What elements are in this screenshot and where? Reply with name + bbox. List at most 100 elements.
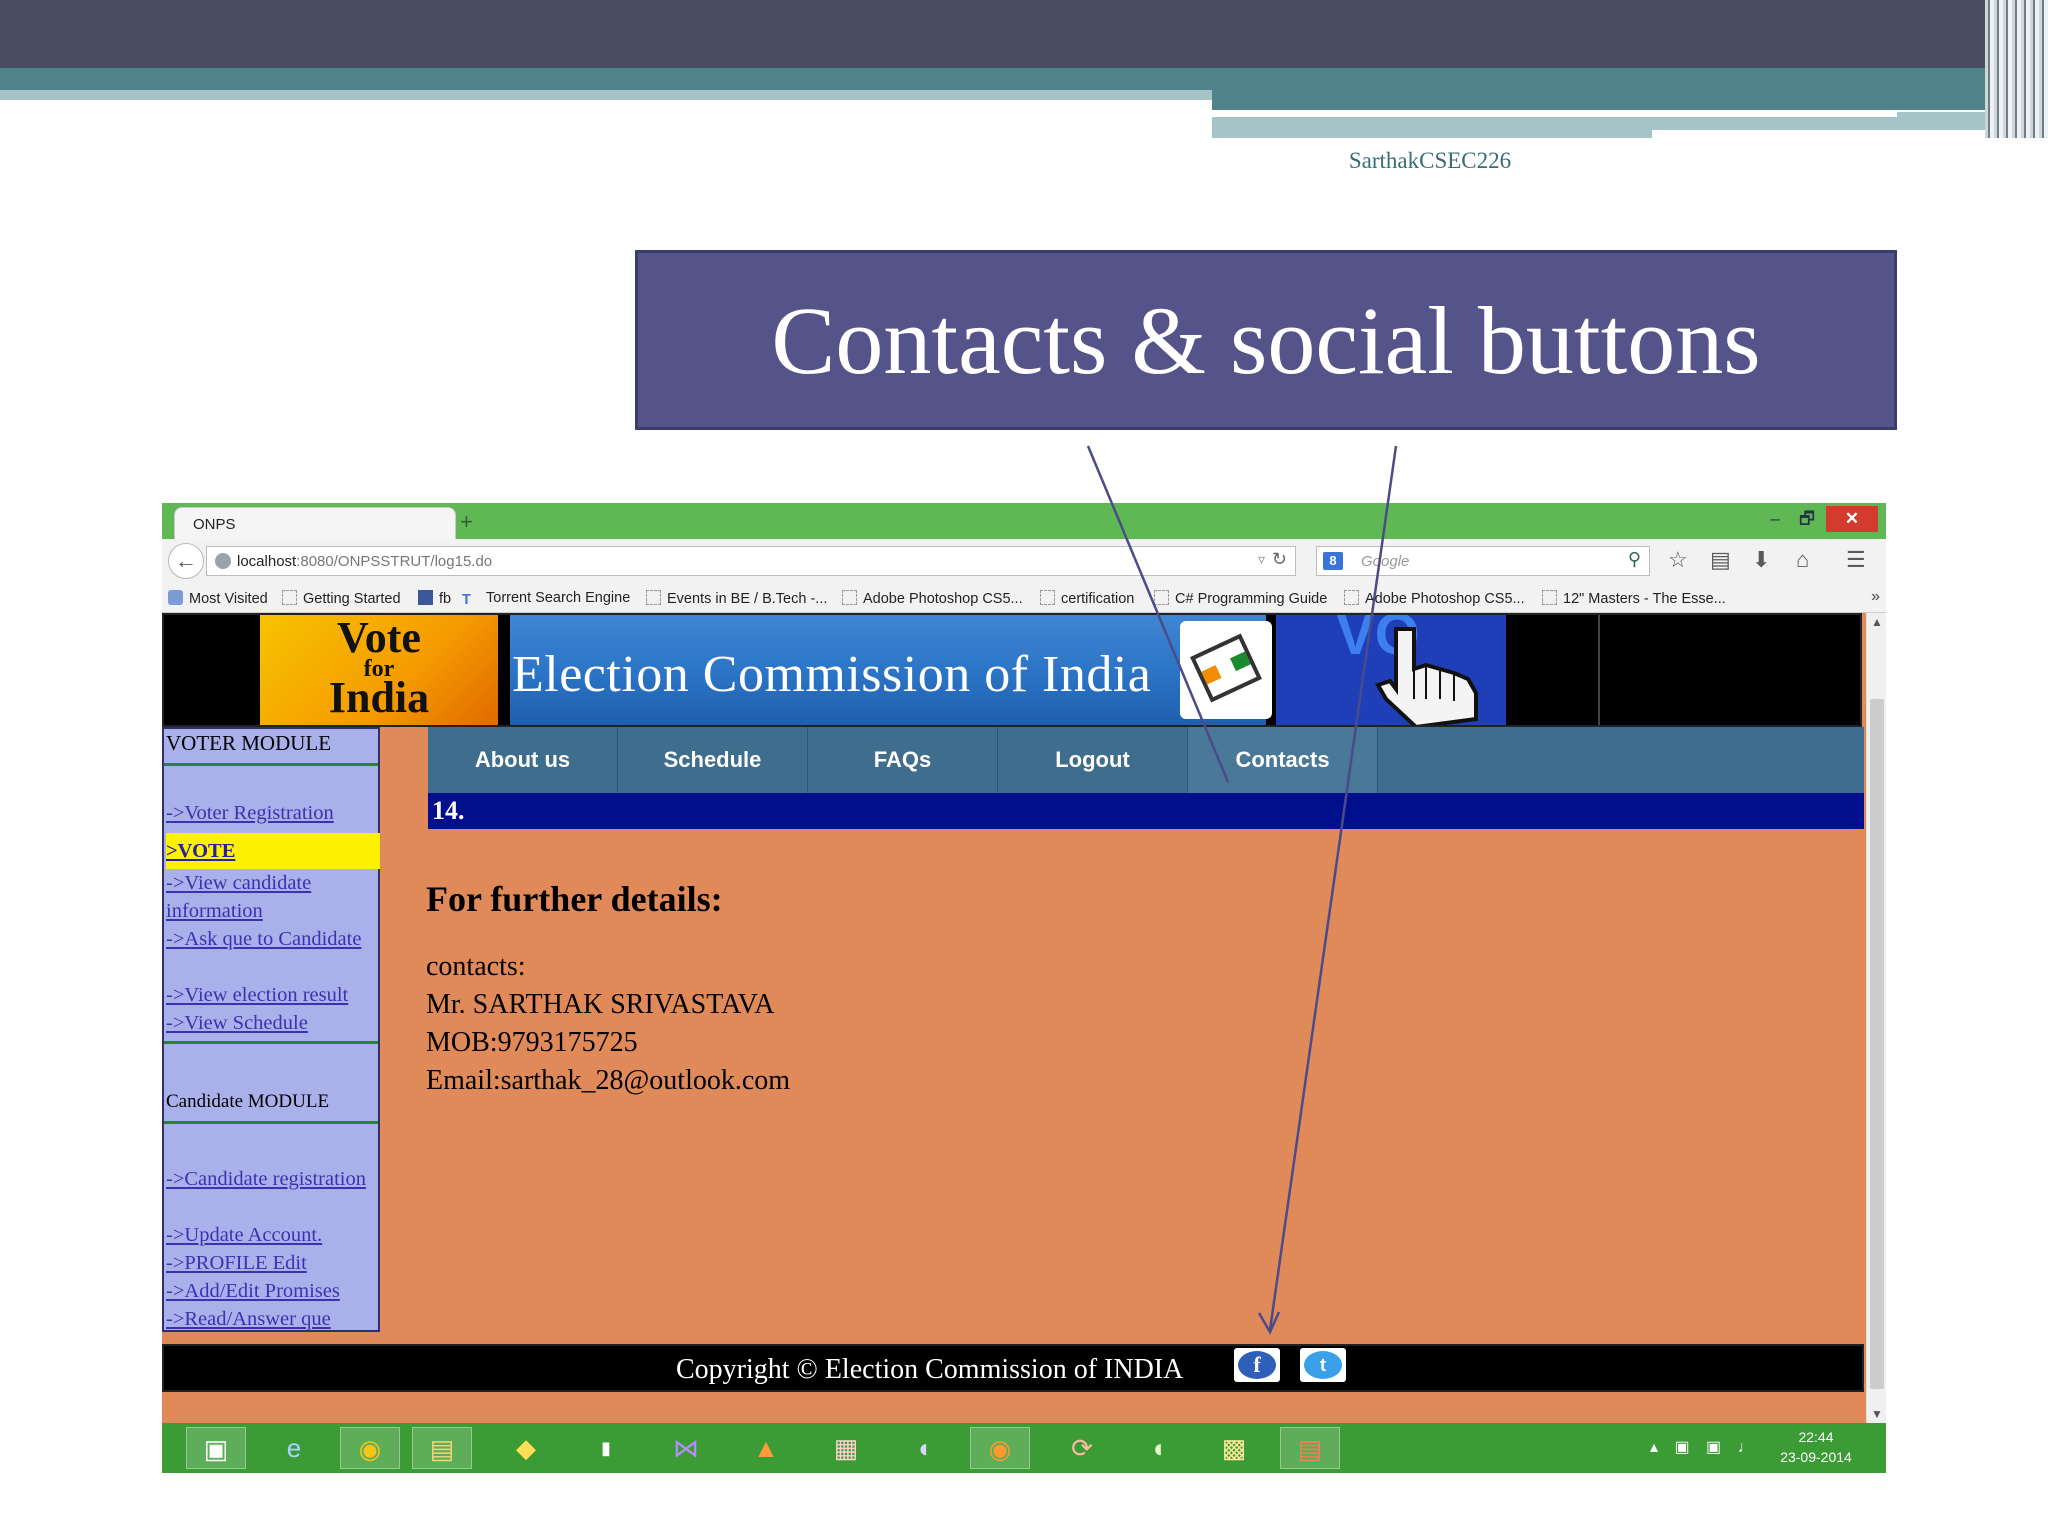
taskbar-clock[interactable]: 22:44 23-09-2014 — [1766, 1427, 1866, 1467]
page-scrollbar[interactable]: ▲ ▼ — [1866, 613, 1886, 1423]
sidebar-link-vote[interactable]: >VOTE — [166, 833, 380, 869]
bookmark-certification[interactable]: certification — [1040, 590, 1134, 607]
slide-stripe — [1212, 112, 1897, 117]
marquee-text: 14. — [432, 796, 465, 825]
download-icon[interactable]: ⬇ — [1752, 547, 1770, 573]
sidebar-link-answer-questions[interactable]: ->Read/Answer que — [166, 1305, 380, 1333]
url-host: localhost — [237, 553, 297, 570]
maximize-button[interactable]: 🗗 — [1792, 506, 1822, 532]
contact-email: Email:sarthak_28@outlook.com — [426, 1065, 791, 1096]
most-visited-icon — [168, 590, 183, 605]
command-prompt-icon[interactable]: ▮ — [576, 1427, 636, 1469]
powerpoint-icon[interactable]: ▤ — [1280, 1427, 1340, 1469]
scroll-down-icon[interactable]: ▼ — [1867, 1407, 1886, 1421]
url-text: localhost:8080/ONPSSTRUT/log15.do — [237, 553, 492, 570]
facebook-button[interactable]: f — [1234, 1348, 1280, 1382]
bookmark-torrent[interactable]: T Torrent Search Engine — [462, 590, 630, 608]
site-title: Election Commission of India — [512, 646, 1152, 703]
new-tab-button[interactable]: + — [460, 509, 473, 535]
scroll-thumb[interactable] — [1870, 699, 1884, 1389]
magnifier-icon[interactable]: ⚲ — [1628, 549, 1641, 570]
sidebar-link-election-result[interactable]: ->View election result — [166, 981, 380, 1009]
star-icon[interactable]: ☆ — [1668, 547, 1688, 573]
menu-schedule[interactable]: Schedule — [618, 727, 808, 793]
module-divider — [164, 1041, 378, 1044]
site-footer: Copyright © Election Commission of INDIA… — [162, 1344, 1864, 1392]
bookmark-fb[interactable]: fb — [418, 590, 451, 607]
virtualbox-icon[interactable]: ▣ — [186, 1427, 246, 1469]
sidebar-link-ask-question[interactable]: ->Ask que to Candidate — [166, 925, 380, 953]
sidebar-link-promises[interactable]: ->Add/Edit Promises — [166, 1277, 380, 1305]
eclipse-icon[interactable]: ◐ — [896, 1427, 956, 1469]
bookmark-csharp[interactable]: C# Programming Guide — [1154, 590, 1327, 607]
bookmarks-overflow-button[interactable]: » — [1871, 588, 1880, 606]
facebook-icon: f — [1238, 1351, 1276, 1379]
sidebar-link-profile-edit[interactable]: ->PROFILE Edit — [166, 1249, 380, 1277]
sidebar-link-view-candidate[interactable]: ->View candidate information — [166, 869, 380, 925]
dreamweaver-icon[interactable]: ◖ — [1128, 1427, 1188, 1469]
menu-about-us[interactable]: About us — [428, 727, 618, 793]
page-icon — [646, 590, 661, 605]
slide-stripe — [0, 90, 1212, 100]
contact-mobile: MOB:9793175725 — [426, 1027, 638, 1058]
browser-tab[interactable]: ONPS — [174, 507, 456, 539]
bookmark-photoshop-2[interactable]: Adobe Photoshop CS5... — [1344, 590, 1525, 607]
site-menu: About us Schedule FAQs Logout Contacts — [428, 727, 1864, 793]
bookmark-most-visited[interactable]: Most Visited — [168, 590, 268, 607]
menu-icon[interactable]: ☰ — [1846, 547, 1866, 573]
contact-label: contacts: — [426, 951, 526, 982]
browser-navbar: ← localhost:8080/ONPSSTRUT/log15.do ▿ ↻ … — [162, 539, 1886, 583]
bookmark-label: Adobe Photoshop CS5... — [1365, 591, 1525, 607]
ballot-box-icon — [1180, 621, 1272, 719]
ms-project-icon[interactable]: ▦ — [816, 1427, 876, 1469]
page-icon — [1344, 590, 1359, 605]
google-icon[interactable]: 8 — [1323, 552, 1343, 570]
scroll-up-icon[interactable]: ▲ — [1867, 615, 1886, 629]
sidebar-link-voter-registration[interactable]: ->Voter Registration — [166, 799, 380, 827]
system-tray[interactable]: ▴ ▣ ▣ ♩ — [1650, 1437, 1760, 1457]
bookmark-events[interactable]: Events in BE / B.Tech -... — [646, 590, 827, 607]
clock-date: 23-09-2014 — [1780, 1449, 1852, 1465]
app-icon[interactable]: ⟳ — [1052, 1427, 1112, 1469]
contact-name: Mr. SARTHAK SRIVASTAVA — [426, 989, 775, 1020]
clock-time: 22:44 — [1798, 1429, 1834, 1445]
internet-explorer-icon[interactable]: e — [264, 1427, 324, 1469]
matlab-icon[interactable]: ▲ — [736, 1427, 796, 1469]
menu-contacts[interactable]: Contacts — [1188, 727, 1378, 793]
page-icon — [282, 590, 297, 605]
firefox-icon[interactable]: ◉ — [970, 1427, 1030, 1469]
menu-faqs[interactable]: FAQs — [808, 727, 998, 793]
excel-chart-icon[interactable]: ▩ — [1204, 1427, 1264, 1469]
clipboard-icon[interactable]: ▤ — [1710, 547, 1731, 573]
close-button[interactable]: ✕ — [1826, 506, 1878, 532]
file-explorer-icon[interactable]: ▤ — [412, 1427, 472, 1469]
globe-icon — [215, 553, 231, 569]
reload-icon[interactable]: ↻ — [1272, 549, 1287, 570]
address-bar[interactable]: localhost:8080/ONPSSTRUT/log15.do ▿ ↻ — [206, 546, 1296, 576]
back-button[interactable]: ← — [168, 543, 204, 579]
search-bar[interactable]: 8 Google ⚲ — [1316, 546, 1650, 576]
twitter-button[interactable]: t — [1300, 1348, 1346, 1382]
sidebar-link-update-account[interactable]: ->Update Account. — [166, 1221, 380, 1249]
slide-stripe — [0, 68, 2048, 90]
bookmark-masters[interactable]: 12" Masters - The Esse... — [1542, 590, 1726, 607]
visual-studio-icon[interactable]: ⋈ — [656, 1427, 716, 1469]
home-icon[interactable]: ⌂ — [1796, 547, 1809, 573]
minimize-button[interactable]: – — [1760, 506, 1790, 532]
sidebar-link-view-schedule[interactable]: ->View Schedule — [166, 1009, 380, 1037]
bookmark-photoshop[interactable]: Adobe Photoshop CS5... — [842, 590, 1023, 607]
slide-title-box: Contacts & social buttons — [635, 250, 1897, 430]
history-dropdown-icon[interactable]: ▿ — [1258, 551, 1265, 568]
bookmark-getting-started[interactable]: Getting Started — [282, 590, 401, 607]
browser-titlebar: ONPS + – 🗗 ✕ — [162, 503, 1886, 539]
marquee-bar: 14. — [428, 793, 1864, 829]
menu-logout[interactable]: Logout — [998, 727, 1188, 793]
slide-stripe — [1212, 90, 2048, 110]
copyright-text: Copyright © Election Commission of INDIA — [676, 1354, 1184, 1385]
bookmark-label: Most Visited — [189, 591, 268, 607]
chrome-icon[interactable]: ◉ — [340, 1427, 400, 1469]
twitter-icon: t — [1304, 1351, 1342, 1379]
sidebar-link-candidate-registration[interactable]: ->Candidate registration — [166, 1165, 380, 1193]
voter-module-title: VOTER MODULE — [166, 731, 332, 755]
python-icon[interactable]: ◆ — [496, 1427, 556, 1469]
